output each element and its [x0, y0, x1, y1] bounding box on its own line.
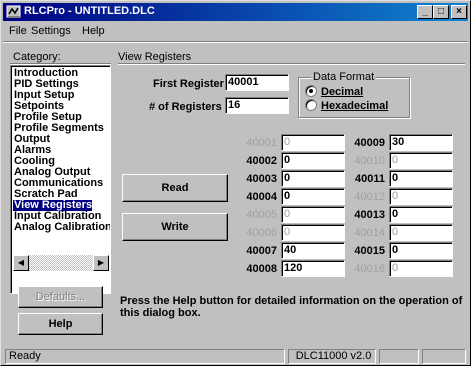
title-bar[interactable]: RLCPro - UNTITLED.DLC _ □ ×: [3, 3, 468, 21]
scroll-right-icon: ▶: [97, 258, 105, 267]
register-value-input[interactable]: 0: [389, 170, 453, 187]
scroll-track[interactable]: [29, 255, 93, 271]
defaults-button[interactable]: Defaults...: [18, 286, 103, 308]
maximize-button[interactable]: □: [433, 5, 449, 19]
register-label: 40007: [246, 245, 277, 257]
app-icon[interactable]: [6, 4, 22, 20]
register-label: 40012: [354, 191, 385, 203]
register-label: 40009: [354, 137, 385, 149]
register-label: 40015: [354, 245, 385, 257]
num-registers-input[interactable]: 16: [225, 97, 289, 114]
close-icon: ×: [456, 6, 462, 17]
register-value-input[interactable]: 0: [389, 206, 453, 223]
hexadecimal-radio[interactable]: [305, 99, 317, 111]
status-bar: Ready DLC11000 v2.0: [3, 349, 468, 364]
panel-heading-underline: [118, 63, 465, 65]
status-version: DLC11000 v2.0: [288, 349, 376, 364]
close-button[interactable]: ×: [451, 5, 467, 19]
scroll-right-button[interactable]: ▶: [93, 255, 109, 271]
register-value-input[interactable]: 0: [389, 242, 453, 259]
category-horizontal-scrollbar[interactable]: ◀ ▶: [13, 255, 109, 271]
maximize-icon: □: [437, 6, 445, 17]
register-value-input: 0: [389, 152, 453, 169]
register-label: 40005: [246, 209, 277, 221]
register-value-input[interactable]: 0: [281, 170, 345, 187]
write-button[interactable]: Write: [122, 213, 228, 241]
register-value-input: 0: [281, 206, 345, 223]
minimize-button[interactable]: _: [417, 5, 433, 19]
menu-separator: [3, 41, 468, 43]
minimize-icon: _: [422, 6, 428, 17]
register-label: 40006: [246, 227, 277, 239]
register-label: 40014: [354, 227, 385, 239]
register-label: 40001: [246, 137, 277, 149]
category-heading: Category:: [13, 51, 61, 63]
register-label: 40010: [354, 155, 385, 167]
help-button[interactable]: Help: [18, 313, 103, 335]
status-extra-pane: [379, 349, 419, 364]
register-label: 40013: [354, 209, 385, 221]
status-message: Ready: [5, 349, 285, 364]
hexadecimal-radio-label[interactable]: Hexadecimal: [321, 100, 388, 112]
register-value-input: 0: [281, 134, 345, 151]
data-format-title: Data Format: [311, 71, 377, 83]
category-item[interactable]: Analog Calibration: [13, 222, 110, 233]
register-label: 40003: [246, 173, 277, 185]
register-label: 40008: [246, 263, 277, 275]
menu-file[interactable]: File: [9, 25, 27, 37]
num-registers-label: # of Registers: [149, 101, 222, 113]
decimal-radio[interactable]: [305, 85, 317, 97]
panel-heading: View Registers: [118, 51, 192, 63]
first-register-input[interactable]: 40001: [225, 74, 289, 91]
register-label: 40016: [354, 263, 385, 275]
register-value-input: 0: [389, 260, 453, 277]
register-value-input[interactable]: 30: [389, 134, 453, 151]
register-value-input: 0: [389, 188, 453, 205]
read-button[interactable]: Read: [122, 174, 228, 202]
register-label: 40002: [246, 155, 277, 167]
menu-bar: File Settings Help: [3, 22, 468, 40]
scroll-left-icon: ◀: [17, 258, 25, 267]
register-value-input: 0: [389, 224, 453, 241]
decimal-radio-label[interactable]: Decimal: [321, 86, 363, 98]
register-label: 40004: [246, 191, 277, 203]
scroll-left-button[interactable]: ◀: [13, 255, 29, 271]
first-register-label: First Register: [153, 78, 224, 90]
register-value-input[interactable]: 0: [281, 188, 345, 205]
register-value-input: 0: [281, 224, 345, 241]
register-value-input[interactable]: 0: [281, 152, 345, 169]
register-label: 40011: [355, 173, 385, 185]
menu-settings[interactable]: Settings: [31, 25, 71, 37]
window-title: RLCPro - UNTITLED.DLC: [24, 5, 155, 17]
register-value-input[interactable]: 40: [281, 242, 345, 259]
radio-selected-dot: [309, 89, 313, 93]
help-text: Press the Help button for detailed infor…: [120, 295, 463, 319]
menu-help[interactable]: Help: [82, 25, 105, 37]
register-value-input[interactable]: 120: [281, 260, 345, 277]
app-window: RLCPro - UNTITLED.DLC _ □ × File Setting…: [0, 0, 471, 366]
status-extra-pane: [422, 349, 466, 364]
